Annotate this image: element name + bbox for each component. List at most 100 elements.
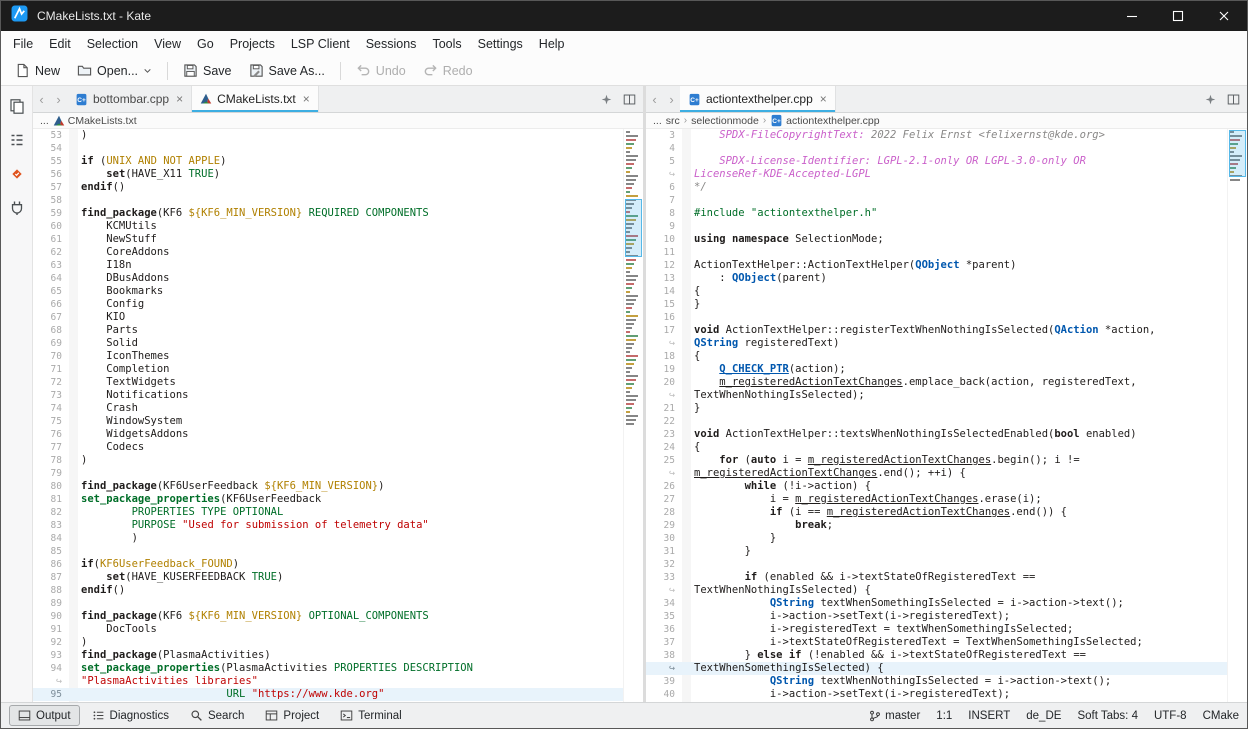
code-row[interactable]: 91 DocTools [33,623,623,636]
status-master[interactable]: master [869,710,920,722]
code-row[interactable]: 62 CoreAddons [33,246,623,259]
code-row[interactable]: 75 WindowSystem [33,415,623,428]
tab-close-icon[interactable]: × [176,92,183,106]
code-row[interactable]: 28 if (i == m_registeredActionTextChange… [646,506,1227,519]
code-row[interactable]: 12ActionTextHelper::ActionTextHelper(QOb… [646,259,1227,272]
code-row[interactable]: 92) [33,636,623,649]
code-row[interactable]: 32 [646,558,1227,571]
code-row[interactable]: ↪LicenseRef-KDE-Accepted-LGPL [646,168,1227,181]
split-view-icon[interactable] [619,89,639,109]
code-row[interactable]: 54 [33,142,623,155]
code-row[interactable]: 73 Notifications [33,389,623,402]
code-row[interactable]: 38 } else if (!enabled && i->textStateOf… [646,649,1227,662]
close-button[interactable] [1201,1,1247,31]
code-row[interactable]: ↪QString registeredText) [646,337,1227,350]
code-row[interactable]: 11 [646,246,1227,259]
code-row[interactable]: 79 [33,467,623,480]
menu-help[interactable]: Help [531,34,573,54]
code-area[interactable]: 53)5455if (UNIX AND NOT APPLE)56 set(HAV… [33,129,623,702]
editor-view[interactable]: 53)5455if (UNIX AND NOT APPLE)56 set(HAV… [33,129,643,702]
code-row[interactable]: 7 [646,194,1227,207]
code-row[interactable]: 53) [33,129,623,142]
menu-sessions[interactable]: Sessions [358,34,425,54]
code-row[interactable]: 61 NewStuff [33,233,623,246]
sidebar-documents-button[interactable] [5,94,29,118]
code-row[interactable]: 10using namespace SelectionMode; [646,233,1227,246]
code-row[interactable]: 85 [33,545,623,558]
code-row[interactable]: 94set_package_properties(PlasmaActivitie… [33,662,623,675]
code-row[interactable]: 3 SPDX-FileCopyrightText: 2022 Felix Ern… [646,129,1227,142]
code-row[interactable]: 27 i = m_registeredActionTextChanges.era… [646,493,1227,506]
toolview-project-button[interactable]: Project [256,705,328,726]
menu-settings[interactable]: Settings [470,34,531,54]
code-area[interactable]: 3 SPDX-FileCopyrightText: 2022 Felix Ern… [646,129,1227,702]
tab-prev-button[interactable]: ‹ [646,86,663,112]
minimap-view-rect[interactable] [1229,130,1246,177]
tab-bottombar-cpp[interactable]: C+bottombar.cpp× [67,86,192,112]
status-cmake[interactable]: CMake [1203,710,1239,722]
menu-tools[interactable]: Tools [424,34,469,54]
code-row[interactable]: 23void ActionTextHelper::textsWhenNothin… [646,428,1227,441]
code-row[interactable]: 87 set(HAVE_KUSERFEEDBACK TRUE) [33,571,623,584]
code-row[interactable]: 68 Parts [33,324,623,337]
tab-cmakelists-txt[interactable]: CMakeLists.txt× [192,86,319,112]
code-row[interactable]: 70 IconThemes [33,350,623,363]
sidebar-symbols-button[interactable] [5,128,29,152]
code-row[interactable]: 64 DBusAddons [33,272,623,285]
code-row[interactable]: 35 i->action->setText(i->registeredText)… [646,610,1227,623]
code-row[interactable]: 21} [646,402,1227,415]
code-row[interactable]: 90find_package(KF6 ${KF6_MIN_VERSION} OP… [33,610,623,623]
split-view-icon[interactable] [1223,89,1243,109]
breadcrumb-item-actiontexthelper-cpp[interactable]: C+actiontexthelper.cpp [770,114,879,127]
code-row[interactable]: 9 [646,220,1227,233]
code-row[interactable]: 57endif() [33,181,623,194]
code-row[interactable]: 16 [646,311,1227,324]
quick-open-icon[interactable] [596,89,616,109]
code-row[interactable]: 58 [33,194,623,207]
tab-close-icon[interactable]: × [303,92,310,106]
breadcrumb-item-selectionmode[interactable]: selectionmode [691,115,759,127]
menu-file[interactable]: File [5,34,41,54]
code-row[interactable]: 8#include "actiontexthelper.h" [646,207,1227,220]
code-row[interactable]: 76 WidgetsAddons [33,428,623,441]
code-row[interactable]: 14{ [646,285,1227,298]
minimap-scrollbar[interactable] [1227,129,1247,702]
code-row[interactable]: 77 Codecs [33,441,623,454]
code-row[interactable]: 24{ [646,441,1227,454]
code-row[interactable]: 4 [646,142,1227,155]
code-row[interactable]: 63 I18n [33,259,623,272]
code-row[interactable]: 66 Config [33,298,623,311]
toolview-terminal-button[interactable]: Terminal [331,705,410,726]
code-row[interactable]: 34 QString textWhenSomethingIsSelected =… [646,597,1227,610]
code-row[interactable]: 84 ) [33,532,623,545]
code-row[interactable]: ↪m_registeredActionTextChanges.end(); ++… [646,467,1227,480]
code-row[interactable]: 25 for (auto i = m_registeredActionTextC… [646,454,1227,467]
code-row[interactable]: 74 Crash [33,402,623,415]
code-row[interactable]: 39 QString textWhenNothingIsSelected = i… [646,675,1227,688]
code-row[interactable]: 18{ [646,350,1227,363]
code-row[interactable]: 71 Completion [33,363,623,376]
sidebar-git-button[interactable] [5,162,29,186]
code-row[interactable]: 22 [646,415,1227,428]
code-row[interactable]: ↪TextWhenNothingIsSelected); [646,389,1227,402]
new-button[interactable]: New [7,59,68,82]
open-button[interactable]: Open... [69,59,160,82]
tab-next-button[interactable]: › [663,86,680,112]
code-row[interactable]: 5 SPDX-License-Identifier: LGPL-2.1-only… [646,155,1227,168]
status-de-de[interactable]: de_DE [1026,710,1061,722]
tab-actiontexthelper-cpp[interactable]: C+actiontexthelper.cpp× [680,86,836,112]
minimize-button[interactable] [1109,1,1155,31]
code-row[interactable]: 37 i->textStateOfRegisteredText = TextWh… [646,636,1227,649]
code-row[interactable]: ↪TextWhenSomethingIsSelected) { [646,662,1227,675]
code-row[interactable]: 89 [33,597,623,610]
menu-edit[interactable]: Edit [41,34,79,54]
code-row[interactable]: 81set_package_properties(KF6UserFeedback [33,493,623,506]
code-row[interactable]: 33 if (enabled && i->textStateOfRegister… [646,571,1227,584]
breadcrumb-item-src[interactable]: src [666,115,680,127]
tab-prev-button[interactable]: ‹ [33,86,50,112]
save-as-button[interactable]: Save As... [241,59,333,82]
status-insert[interactable]: INSERT [968,710,1010,722]
code-row[interactable]: 15} [646,298,1227,311]
code-row[interactable]: ↪"PlasmaActivities libraries" [33,675,623,688]
breadcrumb-ellipsis[interactable]: ... [653,115,662,127]
